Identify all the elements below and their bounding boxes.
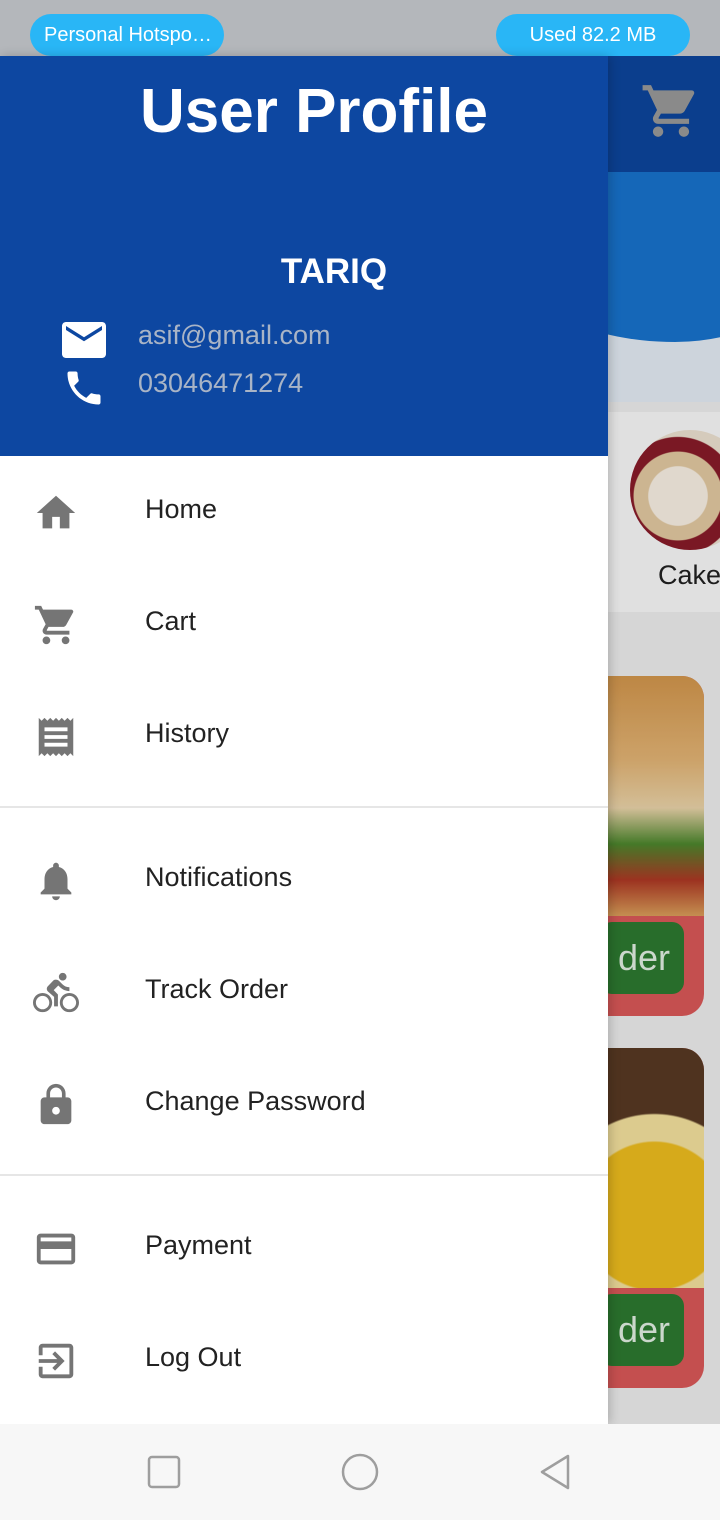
home-icon (36, 495, 76, 529)
menu-item-home[interactable]: Home (0, 456, 608, 568)
menu-item-label: Payment (145, 1230, 252, 1260)
user-name: TARIQ (280, 252, 388, 291)
menu-item-payment[interactable]: Payment (0, 1192, 608, 1304)
status-bar: Personal Hotspo… Used 82.2 MB (0, 0, 720, 56)
receipt-icon (38, 717, 74, 757)
cart-icon (34, 605, 74, 645)
hotspot-pill[interactable]: Personal Hotspo… (30, 14, 224, 56)
system-nav-bar (0, 1424, 720, 1520)
menu-item-label: Change Password (145, 1086, 366, 1116)
email-row: asif@gmail.com (60, 318, 580, 362)
lock-icon (40, 1083, 72, 1125)
menu-divider (0, 1174, 608, 1176)
drawer-title: User Profile (139, 77, 489, 146)
menu-item-change-password[interactable]: Change Password (0, 1048, 608, 1160)
logout-icon (38, 1343, 74, 1379)
menu-item-label: Log Out (145, 1342, 242, 1372)
phone-row: 03046471274 (60, 366, 580, 410)
menu-item-label: Track Order (145, 974, 289, 1004)
menu-item-notifications[interactable]: Notifications (0, 824, 608, 936)
user-phone: 03046471274 (138, 368, 304, 398)
back-button[interactable] (536, 1452, 576, 1492)
bicycle-icon (33, 972, 79, 1013)
drawer-header: User Profile TARIQ asif@gmail.com 030464… (0, 56, 608, 456)
home-button[interactable] (340, 1452, 380, 1492)
menu-item-label: Notifications (145, 862, 293, 892)
menu-item-label: Cart (145, 606, 197, 636)
bell-icon (40, 862, 72, 901)
menu-item-cart[interactable]: Cart (0, 568, 608, 680)
menu-item-logout[interactable]: Log Out (0, 1304, 608, 1416)
menu-item-track-order[interactable]: Track Order (0, 936, 608, 1048)
menu-item-history[interactable]: History (0, 680, 608, 792)
menu-item-label: History (145, 718, 230, 748)
menu-item-label: Home (145, 494, 218, 524)
phone-icon (67, 371, 101, 405)
mail-icon (62, 322, 106, 358)
user-email: asif@gmail.com (138, 320, 331, 350)
credit-card-icon (36, 1233, 76, 1265)
recent-apps-button[interactable] (144, 1452, 184, 1492)
data-usage-pill[interactable]: Used 82.2 MB (496, 14, 690, 56)
navigation-drawer: User Profile TARIQ asif@gmail.com 030464… (0, 56, 608, 1424)
menu-divider (0, 806, 608, 808)
